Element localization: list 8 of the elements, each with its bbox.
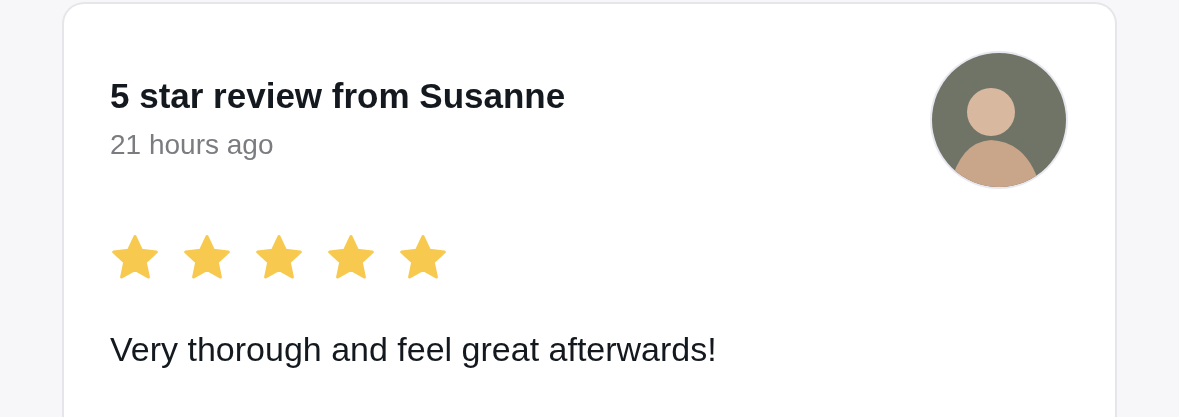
star-icon: [182, 234, 232, 282]
star-icon: [326, 234, 376, 282]
star-icon: [254, 234, 304, 282]
review-text: Very thorough and feel great afterwards!: [110, 330, 718, 369]
review-title: 5 star review from Susanne: [110, 75, 566, 117]
review-time: 21 hours ago: [110, 128, 275, 162]
star-icon: [110, 234, 160, 282]
star-icon: [398, 234, 448, 282]
